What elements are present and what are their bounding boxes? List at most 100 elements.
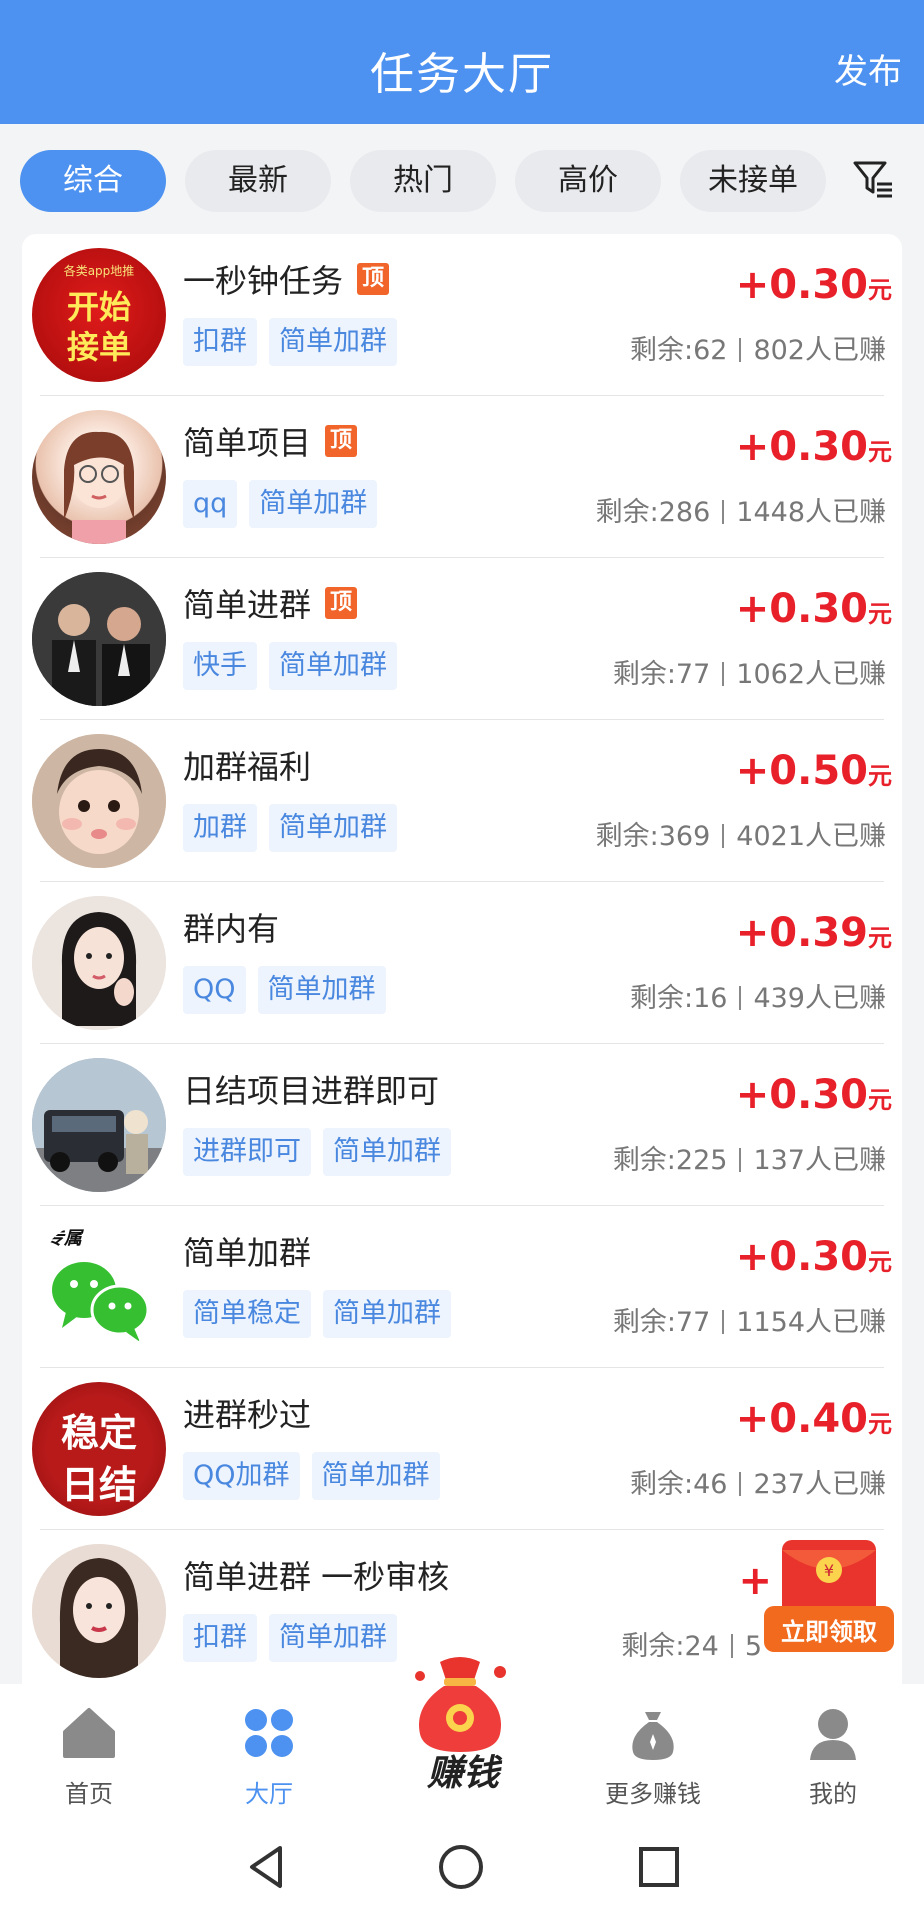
- task-tags: qq 简单加群: [183, 480, 378, 528]
- tab-home[interactable]: 首页: [14, 1684, 164, 1814]
- task-tags: 简单稳定 简单加群: [183, 1290, 451, 1338]
- claim-red-envelope-button[interactable]: ¥ 立即领取: [764, 1538, 894, 1656]
- task-row[interactable]: 加群福利 加群 简单加群 +0.50元 剩余:369 4021人已赚: [22, 720, 902, 882]
- task-price: +0.50元: [735, 748, 892, 794]
- task-stats: 剩余:225 137人已赚: [612, 1145, 886, 1176]
- task-tags: 扣群 简单加群: [183, 1614, 397, 1662]
- task-row[interactable]: 稳定 日结 进群秒过 QQ加群 简单加群 +0.40元 剩余:46 237人已赚: [22, 1368, 902, 1530]
- tab-mine[interactable]: 我的: [758, 1684, 908, 1814]
- top-badge: 顶: [325, 587, 358, 619]
- header-bar: 任务大厅 发布: [0, 0, 924, 124]
- grid-icon: [245, 1709, 293, 1757]
- woman-photo-icon: [32, 1544, 166, 1678]
- task-tag: 简单加群: [311, 1452, 440, 1500]
- task-tag: 简单加群: [249, 480, 378, 528]
- task-tag: 扣群: [183, 1614, 257, 1662]
- task-title: 日结项目进群即可: [183, 1072, 440, 1110]
- task-stats: 剩余:77 1062人已赚: [612, 659, 886, 690]
- task-title: 一秒钟任务顶: [183, 256, 390, 302]
- task-price: +0.39元: [735, 910, 892, 956]
- task-avatar: [32, 572, 166, 706]
- top-badge: 顶: [357, 263, 390, 295]
- avatar-text-line: 日结: [60, 1462, 137, 1507]
- tab-earn-label: 赚钱: [426, 1753, 499, 1794]
- task-tag: 简单加群: [323, 1128, 451, 1176]
- app-root: 任务大厅 发布 综合 最新 热门 高价 未接单 各类app地推 开始 接单 一秒…: [0, 0, 924, 1920]
- task-stats: 剩余:24 5: [621, 1631, 762, 1662]
- tab-hall[interactable]: 大厅: [194, 1684, 344, 1814]
- task-tags: QQ 简单加群: [183, 966, 386, 1014]
- task-tags: 快手 简单加群: [183, 642, 397, 690]
- task-tag: 简单加群: [269, 318, 397, 366]
- task-price: +0.30元: [735, 424, 892, 470]
- avatar-text-line: 稳定: [60, 1410, 137, 1455]
- task-title: 加群福利: [183, 748, 312, 786]
- task-avatar: [32, 410, 166, 544]
- task-list: 各类app地推 开始 接单 一秒钟任务顶 扣群 简单加群 +0.30元 剩余:6…: [22, 234, 902, 1684]
- system-nav-bar: [0, 1814, 924, 1920]
- tab-more-earn[interactable]: 更多赚钱: [578, 1684, 728, 1814]
- woman-photo-icon: [32, 896, 166, 1030]
- back-icon[interactable]: [242, 1842, 292, 1892]
- task-tags: QQ加群 简单加群: [183, 1452, 440, 1500]
- tab-label: 首页: [65, 1780, 113, 1808]
- task-title: 简单项目顶: [183, 418, 358, 464]
- avatar-caption: 专属: [46, 1228, 82, 1249]
- task-row[interactable]: 专属 简单加群 简单稳定 简单加群 +0.30元 剩余:77 1154人已赚: [22, 1206, 902, 1368]
- task-title: 进群秒过: [183, 1396, 312, 1434]
- task-row[interactable]: 简单进群顶 快手 简单加群 +0.30元 剩余:77 1062人已赚: [22, 558, 902, 720]
- user-icon: [810, 1709, 856, 1760]
- task-tag: 进群即可: [183, 1128, 311, 1176]
- tab-label: 大厅: [245, 1780, 293, 1808]
- child-photo-icon: [32, 734, 166, 868]
- task-stats: 剩余:16 439人已赚: [630, 983, 886, 1014]
- tab-label: 更多赚钱: [605, 1780, 701, 1808]
- filter-chip-high-price[interactable]: 高价: [515, 150, 661, 212]
- task-title: 简单进群 一秒审核: [183, 1558, 450, 1596]
- task-stats: 剩余:286 1448人已赚: [595, 497, 886, 528]
- task-price: +0.30元: [735, 262, 892, 308]
- task-row[interactable]: 群内有 QQ 简单加群 +0.39元 剩余:16 439人已赚: [22, 882, 902, 1044]
- task-tags: 加群 简单加群: [183, 804, 397, 852]
- coin-bag-icon: [632, 1712, 674, 1760]
- girl-portrait-icon: [64, 431, 134, 544]
- task-row[interactable]: 日结项目进群即可 进群即可 简单加群 +0.30元 剩余:225 137人已赚: [22, 1044, 902, 1206]
- car-photo-icon: [32, 1058, 166, 1192]
- task-avatar: [32, 734, 166, 868]
- home-circle-icon[interactable]: [436, 1842, 486, 1892]
- filter-chip-comprehensive[interactable]: 综合: [20, 150, 166, 212]
- recents-icon[interactable]: [634, 1842, 684, 1892]
- task-tag: 加群: [183, 804, 257, 852]
- task-stats: 剩余:62 802人已赚: [630, 335, 886, 366]
- publish-button[interactable]: 发布: [834, 44, 902, 93]
- task-tag: QQ: [183, 966, 246, 1014]
- two-men-photo-icon: [32, 572, 166, 706]
- task-avatar: 稳定 日结: [32, 1382, 166, 1516]
- task-avatar: [32, 1058, 166, 1192]
- task-tag: 简单加群: [269, 1614, 397, 1662]
- tab-label: 我的: [809, 1780, 857, 1808]
- task-avatar: [32, 1544, 166, 1678]
- task-row[interactable]: 各类app地推 开始 接单 一秒钟任务顶 扣群 简单加群 +0.30元 剩余:6…: [22, 234, 902, 396]
- task-avatar: [32, 896, 166, 1030]
- task-price: +0.30元: [735, 1234, 892, 1280]
- task-tags: 进群即可 简单加群: [183, 1128, 451, 1176]
- task-title: 简单加群: [183, 1234, 312, 1272]
- home-icon: [63, 1708, 115, 1758]
- filter-chip-hot[interactable]: 热门: [350, 150, 496, 212]
- task-title: 简单进群顶: [183, 580, 358, 626]
- task-tag: QQ加群: [183, 1452, 300, 1500]
- svg-text:¥: ¥: [824, 1561, 834, 1580]
- task-tag: 扣群: [183, 318, 257, 366]
- page-title: 任务大厅: [370, 49, 554, 100]
- avatar-caption: 各类app地推: [63, 264, 135, 278]
- task-price: +0.40元: [735, 1396, 892, 1442]
- task-avatar: 各类app地推 开始 接单: [32, 248, 166, 382]
- task-row[interactable]: 简单项目顶 qq 简单加群 +0.30元 剩余:286 1448人已赚: [22, 396, 902, 558]
- task-title: 群内有: [183, 910, 280, 948]
- filter-chip-untaken[interactable]: 未接单: [680, 150, 826, 212]
- filter-chip-latest[interactable]: 最新: [185, 150, 331, 212]
- task-tag: 简单加群: [269, 804, 397, 852]
- filter-icon[interactable]: [852, 158, 894, 200]
- task-tag: 简单加群: [269, 642, 397, 690]
